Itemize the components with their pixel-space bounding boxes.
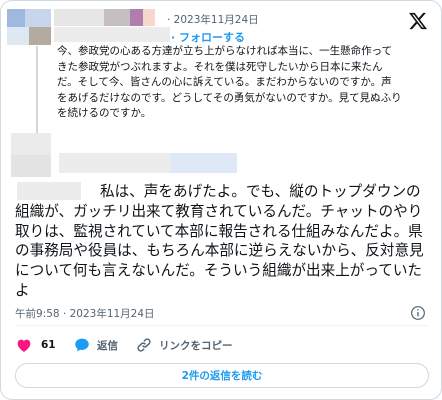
parent-post-text: 今、参政党の心ある方達が立ち上がらなければ本当に、一生懸命作ってきた参政党がつぶ… (57, 45, 402, 119)
reply-timestamp[interactable]: 午前9:58 · 2023年11月24日 (15, 306, 155, 321)
thread-line (36, 46, 38, 136)
like-button[interactable]: 61 (15, 335, 56, 355)
info-icon[interactable] (410, 305, 426, 321)
action-bar: 61 返信 リンクをコピー (15, 335, 429, 355)
blurred-reply-avatar (11, 133, 51, 155)
blurred-reply-name (59, 153, 171, 173)
post-header: · 2023年11月24日 · フォローする (1, 1, 441, 45)
heart-icon (17, 339, 31, 352)
copy-link-label: リンクをコピー (159, 339, 233, 352)
reply-label: 返信 (97, 339, 118, 352)
blurred-handle (54, 27, 170, 42)
blurred-name (54, 9, 104, 26)
like-count: 61 (41, 339, 56, 351)
divider (15, 325, 429, 326)
blurred-avatar (29, 27, 51, 45)
blurred-name (104, 9, 130, 26)
post-date[interactable]: · 2023年11月24日 (167, 12, 259, 27)
link-icon (137, 338, 151, 352)
blurred-reply-name (171, 153, 237, 173)
copy-link-button[interactable]: リンクをコピー (135, 335, 233, 355)
reply-text: 私は、声をあげたよ。でも、縦のトップダウンの組織が、ガッチリ出来て教育されている… (15, 182, 429, 301)
blurred-name (130, 9, 143, 26)
x-logo-icon[interactable] (408, 11, 428, 31)
reply-button[interactable]: 返信 (73, 335, 118, 355)
reply-body: 私は、声をあげたよ。でも、縦のトップダウンの組織が、ガッチリ出来て教育されている… (15, 183, 424, 299)
blurred-avatar (25, 9, 51, 27)
blurred-avatar (7, 9, 25, 27)
read-replies-button[interactable]: 2件の返信を読む (15, 363, 429, 388)
embedded-post-card: · 2023年11月24日 · フォローする 今、参政党の心ある方達が立ち上がら… (0, 0, 442, 400)
blurred-reply-avatar (11, 155, 51, 177)
blurred-avatar (7, 27, 29, 45)
follow-button[interactable]: · フォローする (171, 29, 245, 45)
blurred-name (143, 9, 155, 26)
speech-bubble-icon (75, 338, 89, 352)
